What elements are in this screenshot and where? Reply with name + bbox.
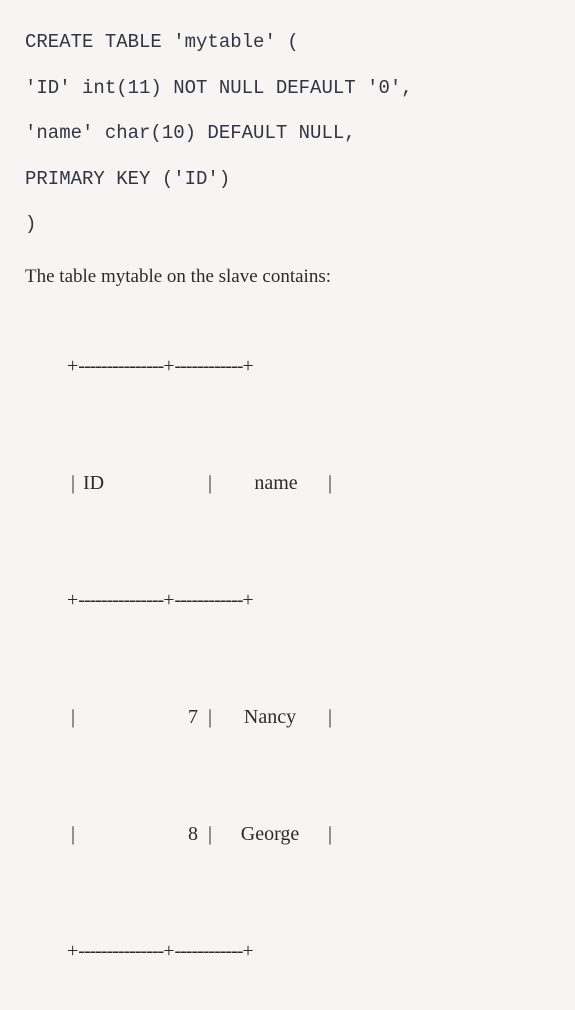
sql-line-1: CREATE TABLE 'mytable' ( bbox=[25, 20, 550, 66]
table-row: |8|George| bbox=[47, 776, 550, 893]
cell-name: George bbox=[216, 815, 324, 854]
cell-id: 7 bbox=[79, 698, 204, 737]
header-name: name bbox=[216, 464, 324, 503]
table-border-bottom: +---------------+------------+ bbox=[47, 893, 550, 1010]
sql-line-2: 'ID' int(11) NOT NULL DEFAULT '0', bbox=[25, 66, 550, 112]
table-border-top: +---------------+------------+ bbox=[47, 308, 550, 425]
table-row: |7|Nancy| bbox=[47, 659, 550, 776]
table-border-mid: +---------------+------------+ bbox=[47, 542, 550, 659]
ascii-table: +---------------+------------+ |ID|name|… bbox=[47, 308, 550, 1010]
table-header-row: |ID|name| bbox=[47, 425, 550, 542]
cell-name: Nancy bbox=[216, 698, 324, 737]
sql-code-block: CREATE TABLE 'mytable' ( 'ID' int(11) NO… bbox=[25, 20, 550, 248]
sql-line-4: PRIMARY KEY ('ID') bbox=[25, 157, 550, 203]
sql-line-3: 'name' char(10) DEFAULT NULL, bbox=[25, 111, 550, 157]
sql-line-5: ) bbox=[25, 202, 550, 248]
header-id: ID bbox=[79, 464, 204, 503]
cell-id: 8 bbox=[79, 815, 204, 854]
table-description: The table mytable on the slave contains: bbox=[25, 266, 550, 288]
